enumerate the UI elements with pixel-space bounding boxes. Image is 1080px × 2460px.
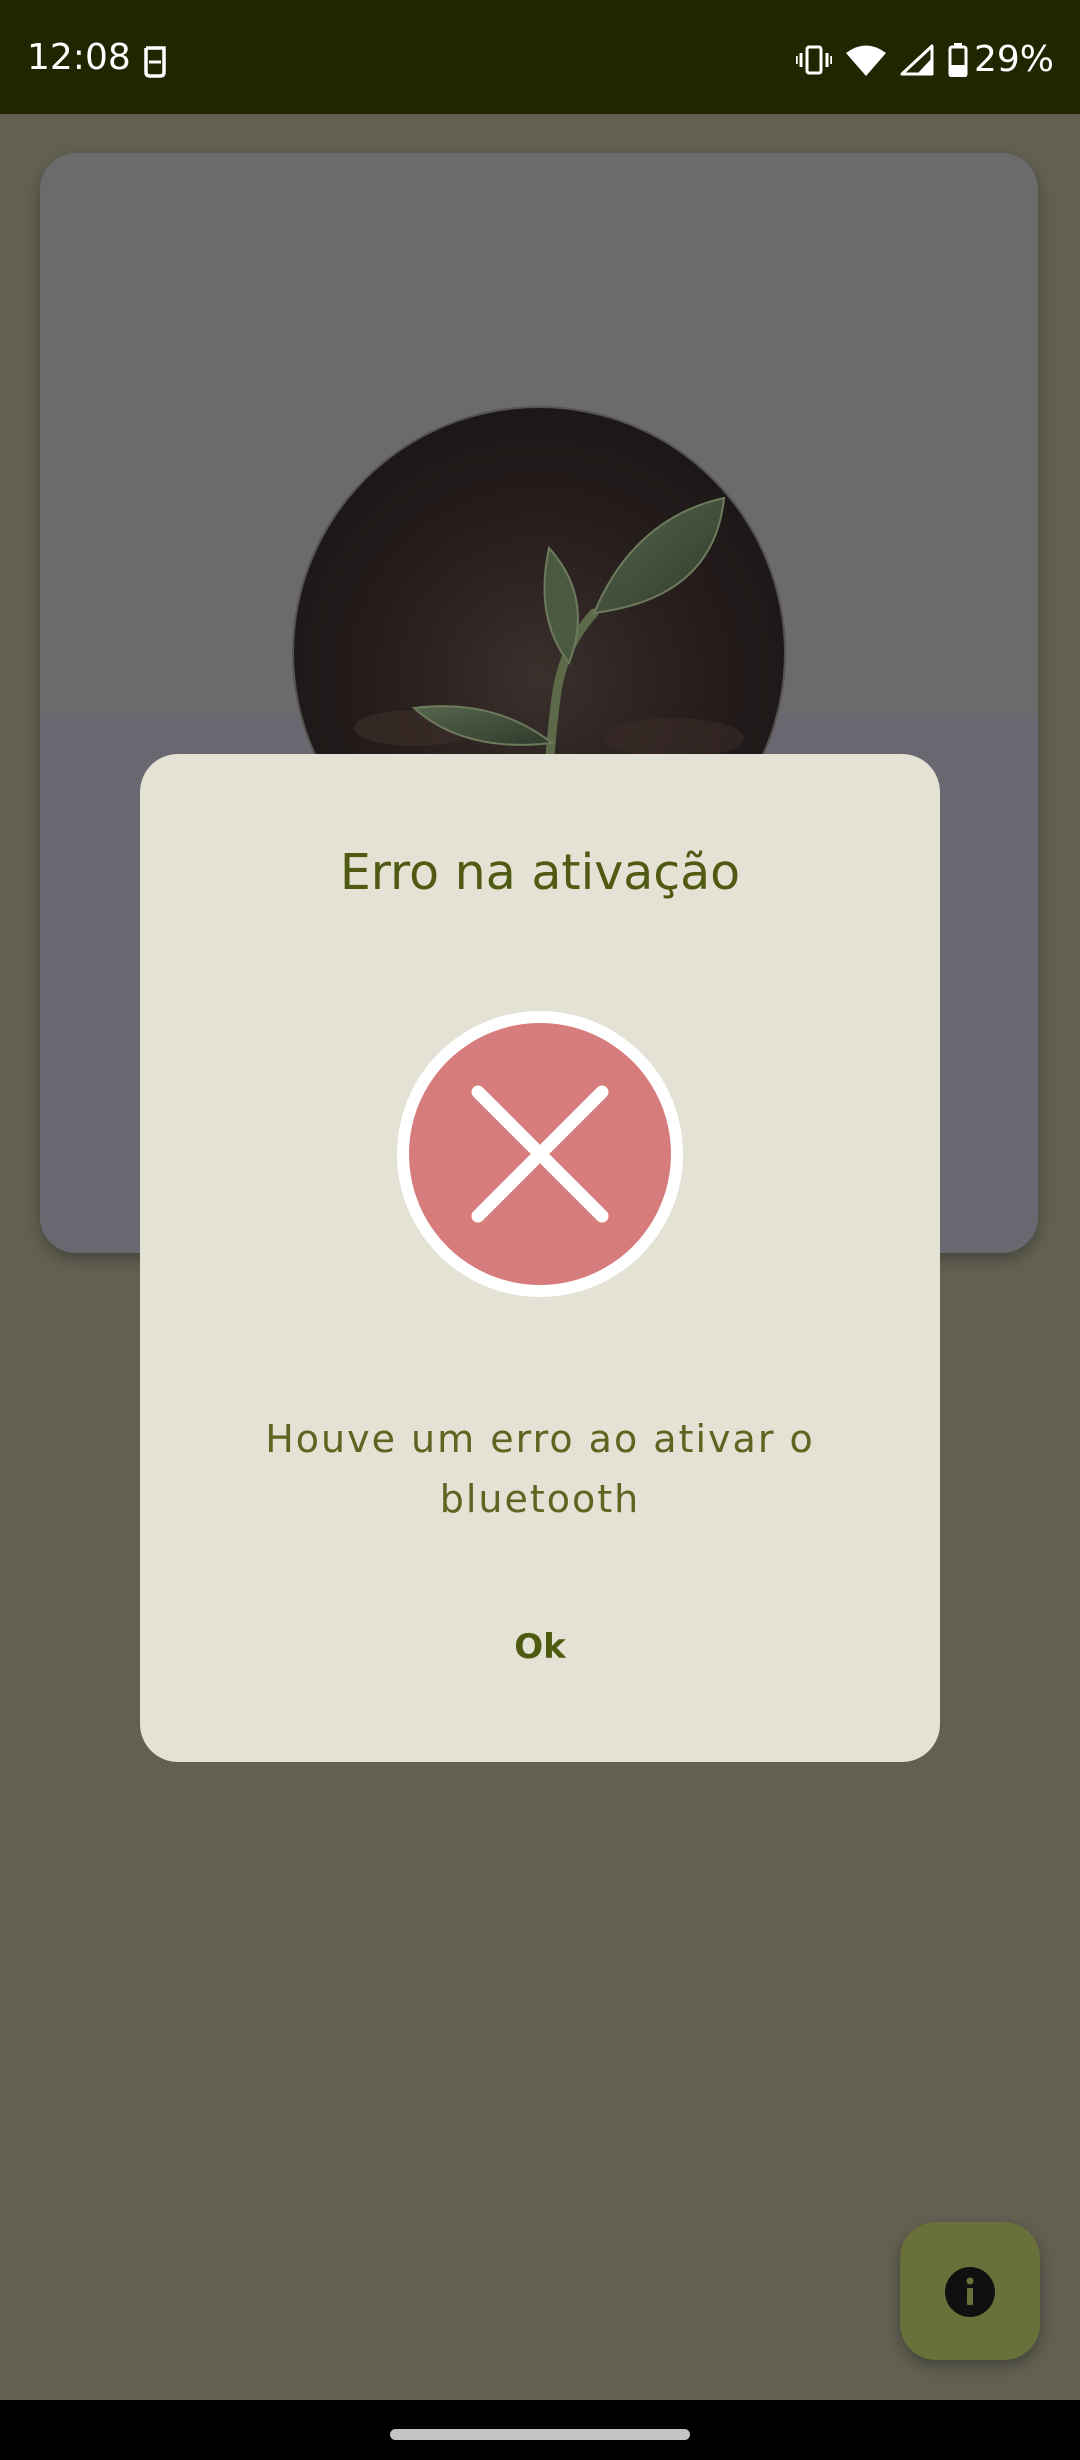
status-time: 12:08 xyxy=(27,37,131,78)
battery-icon xyxy=(948,43,968,77)
dialog-title: Erro na ativação xyxy=(339,844,741,901)
info-icon xyxy=(945,2267,995,2317)
dialog-message: Houve um erro ao ativar o bluetooth xyxy=(265,1417,815,1521)
status-bar: 12:08 29% xyxy=(0,0,1080,114)
sim-tray-icon xyxy=(144,46,166,78)
error-x-icon xyxy=(397,1011,683,1297)
error-dialog: Erro na ativação Houve um erro ao ativar… xyxy=(140,754,940,1762)
info-fab[interactable] xyxy=(900,2222,1040,2360)
ok-button[interactable]: Ok xyxy=(440,1614,640,1680)
signal-icon xyxy=(900,44,934,76)
wifi-icon xyxy=(845,45,886,76)
battery-percentage: 29% xyxy=(973,39,1054,80)
status-icons: 29% xyxy=(795,39,1054,80)
vibrate-icon xyxy=(795,45,832,75)
home-handle[interactable] xyxy=(390,2429,690,2440)
navigation-bar xyxy=(0,2400,1080,2460)
